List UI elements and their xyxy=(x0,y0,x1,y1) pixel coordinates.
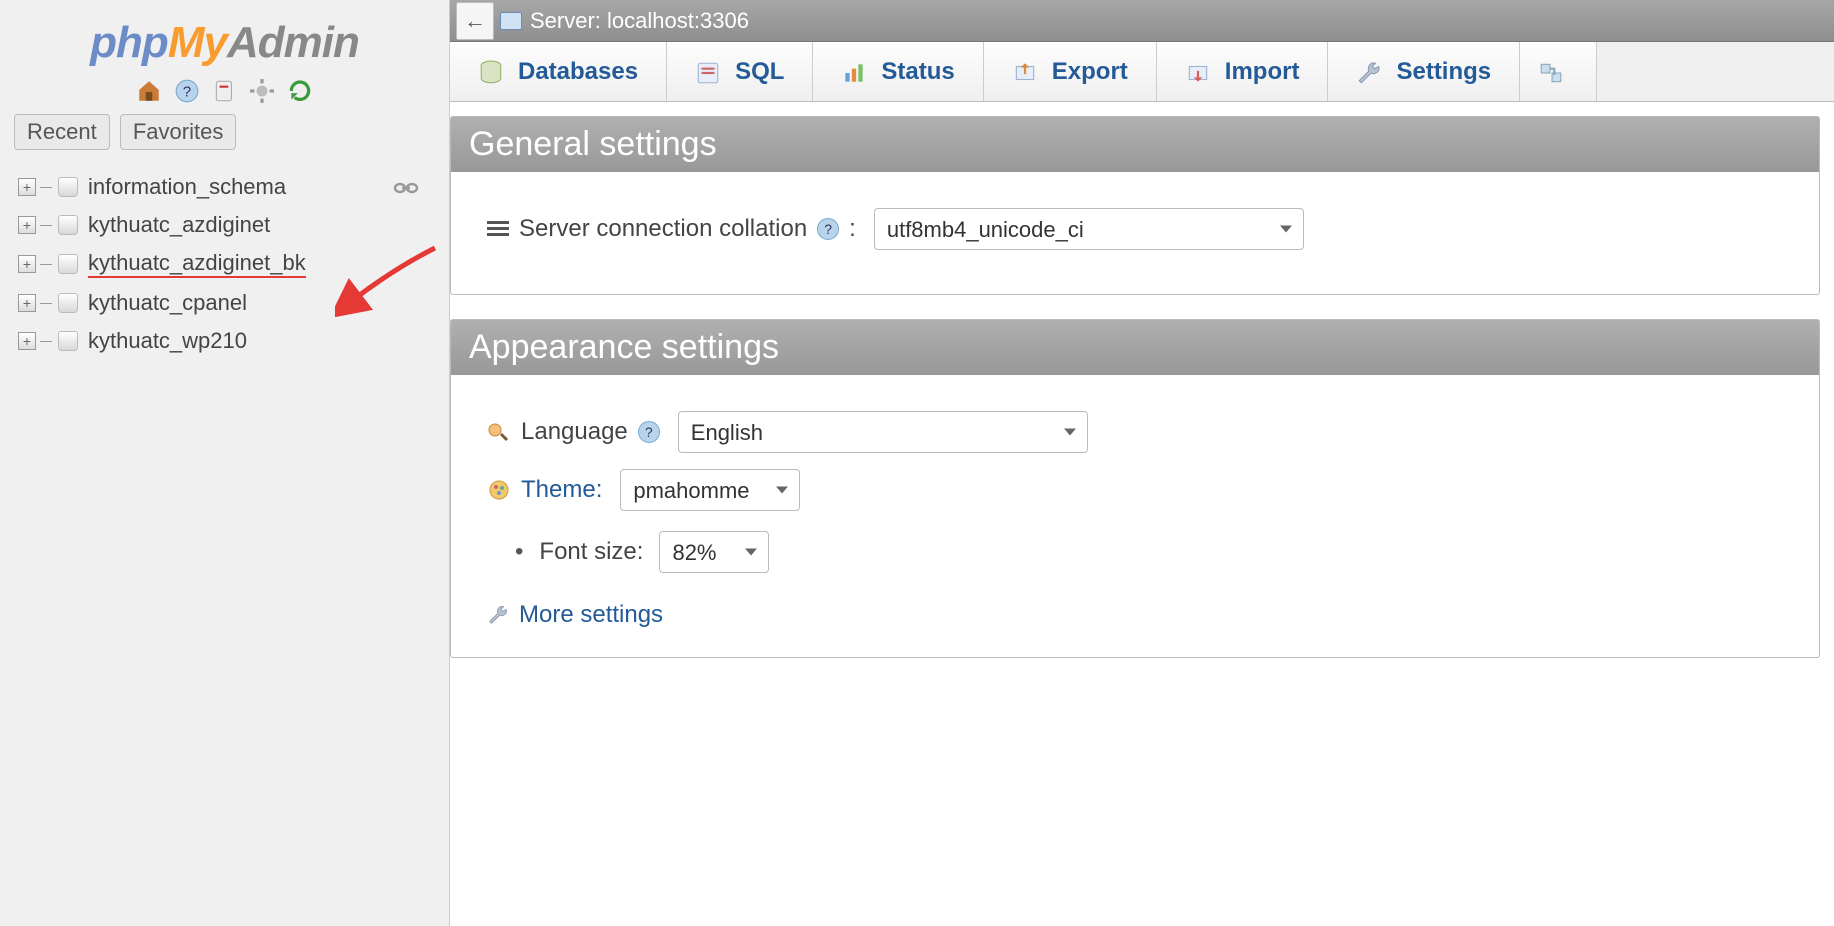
database-icon xyxy=(58,215,78,235)
more-settings-label: More settings xyxy=(519,601,663,629)
back-button[interactable]: ← xyxy=(456,2,494,40)
list-icon xyxy=(487,219,509,239)
expand-icon[interactable]: + xyxy=(18,294,36,312)
tab-label: SQL xyxy=(735,58,784,86)
svg-text:?: ? xyxy=(183,83,191,100)
tab-more[interactable] xyxy=(1520,42,1597,101)
db-tree-item[interactable]: + kythuatc_azdiginet_bk xyxy=(18,244,435,284)
language-icon xyxy=(487,420,511,444)
database-tree: +information_schema +kythuatc_azdiginet … xyxy=(0,160,449,360)
help-icon[interactable]: ? xyxy=(817,218,839,240)
fontsize-select[interactable]: 82% xyxy=(659,531,769,573)
help-icon[interactable]: ? xyxy=(174,78,200,104)
tab-export[interactable]: Export xyxy=(984,42,1157,101)
app-logo: phpMyAdmin xyxy=(0,8,449,72)
language-label: Language xyxy=(521,418,628,446)
db-tree-item[interactable]: + information_schema xyxy=(18,168,435,206)
main-panel: ← Server: localhost:3306 Databases SQL S… xyxy=(450,0,1834,926)
help-icon[interactable]: ? xyxy=(638,421,660,443)
db-tree-item[interactable]: + kythuatc_wp210 xyxy=(18,322,435,360)
language-select[interactable]: English xyxy=(678,411,1088,453)
tab-label: Export xyxy=(1052,58,1128,86)
panel-title: Appearance settings xyxy=(451,320,1819,375)
database-icon xyxy=(58,177,78,197)
collation-label: Server connection collation xyxy=(519,215,807,243)
tab-settings[interactable]: Settings xyxy=(1328,42,1520,101)
wrench-icon xyxy=(1356,60,1382,84)
database-icon xyxy=(58,254,78,274)
expand-icon[interactable]: + xyxy=(18,178,36,196)
tab-status[interactable]: Status xyxy=(813,42,983,101)
appearance-settings-panel: Appearance settings Language ? English xyxy=(450,319,1820,658)
tab-databases[interactable]: Databases xyxy=(450,42,667,101)
top-tabs: Databases SQL Status Export Import Setti… xyxy=(450,42,1834,102)
more-settings-link[interactable]: More settings xyxy=(487,601,1783,629)
sidebar: phpMyAdmin ? Recent Favorites + informati… xyxy=(0,0,450,926)
panel-title: General settings xyxy=(451,117,1819,172)
tab-label: Status xyxy=(881,58,954,86)
import-icon xyxy=(1185,60,1211,84)
expand-icon[interactable]: + xyxy=(18,255,36,273)
link-chain-icon[interactable] xyxy=(393,180,419,196)
sql-icon xyxy=(695,60,721,84)
collation-select[interactable]: utf8mb4_unicode_ci xyxy=(874,208,1304,250)
fontsize-label: Font size: xyxy=(539,538,643,566)
tab-label: Import xyxy=(1225,58,1300,86)
export-icon xyxy=(1012,60,1038,84)
home-icon[interactable] xyxy=(136,78,162,104)
database-icon xyxy=(58,331,78,351)
db-label: kythuatc_cpanel xyxy=(88,290,247,316)
tab-import[interactable]: Import xyxy=(1157,42,1329,101)
server-label-prefix: Server: xyxy=(530,8,601,33)
theme-icon xyxy=(487,478,511,502)
tab-label: Databases xyxy=(518,58,638,86)
db-tree-item[interactable]: + kythuatc_azdiginet xyxy=(18,206,435,244)
server-bar: ← Server: localhost:3306 xyxy=(450,0,1834,42)
tab-favorites[interactable]: Favorites xyxy=(120,114,236,150)
theme-link[interactable]: Theme: xyxy=(521,476,602,504)
replication-icon xyxy=(1538,60,1564,84)
db-label: information_schema xyxy=(88,174,286,200)
db-tree-item[interactable]: + kythuatc_cpanel xyxy=(18,284,435,322)
db-label: kythuatc_azdiginet_bk xyxy=(88,250,306,278)
status-icon xyxy=(841,60,867,84)
database-icon xyxy=(58,293,78,313)
server-host: localhost:3306 xyxy=(607,8,749,33)
db-label: kythuatc_wp210 xyxy=(88,328,247,354)
tab-recent[interactable]: Recent xyxy=(14,114,110,150)
tab-sql[interactable]: SQL xyxy=(667,42,813,101)
reload-icon[interactable] xyxy=(287,78,313,104)
db-label: kythuatc_azdiginet xyxy=(88,212,270,238)
general-settings-panel: General settings Server connection colla… xyxy=(450,116,1820,295)
expand-icon[interactable]: + xyxy=(18,332,36,350)
server-icon xyxy=(500,12,522,30)
sidebar-quick-icons: ? xyxy=(0,78,449,104)
database-icon xyxy=(478,60,504,84)
sidebar-nav-tabs: Recent Favorites xyxy=(14,114,435,150)
wrench-icon xyxy=(487,604,509,626)
tab-label: Settings xyxy=(1396,58,1491,86)
sql-icon[interactable] xyxy=(212,78,238,104)
theme-select[interactable]: pmahomme xyxy=(620,469,800,511)
expand-icon[interactable]: + xyxy=(18,216,36,234)
server-label: Server: localhost:3306 xyxy=(530,8,749,34)
gear-icon[interactable] xyxy=(249,78,275,104)
